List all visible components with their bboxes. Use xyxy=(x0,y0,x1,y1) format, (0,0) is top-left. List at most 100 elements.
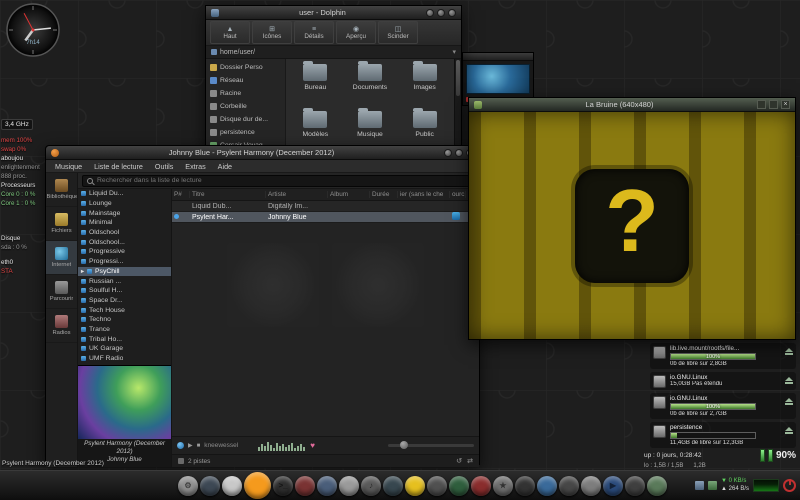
stop-icon[interactable]: ■ xyxy=(197,443,201,449)
channel-item[interactable]: ▸ Progressi... xyxy=(78,257,171,267)
launcher-icon[interactable] xyxy=(405,475,425,496)
volume-tray-icon[interactable] xyxy=(708,481,718,490)
launcher-icon[interactable]: >_ xyxy=(273,475,293,496)
minimize-button[interactable] xyxy=(426,8,434,17)
launcher-icon[interactable] xyxy=(559,475,579,496)
sidebar-tab[interactable]: Parcourir xyxy=(46,275,77,309)
toolbar-button[interactable]: ◫ Scinder xyxy=(378,21,418,44)
sidebar-tab[interactable]: Internet xyxy=(46,241,77,275)
column-header[interactable]: Titre xyxy=(190,191,266,198)
track-row[interactable]: Liquid Dub... Digitally Im... xyxy=(172,201,479,212)
scrollbar-thumb[interactable] xyxy=(456,60,460,96)
channel-item[interactable]: ▸ Oldschool... xyxy=(78,237,171,247)
channel-item[interactable]: ▸ Liquid Du... xyxy=(78,189,171,199)
toolbar-button[interactable]: ≡ Détails xyxy=(294,21,334,44)
disk-row[interactable]: lib.live.mount/rootfs/file... 100% 0b de… xyxy=(650,343,796,369)
menu-item[interactable]: Musique xyxy=(49,162,88,171)
places-item[interactable]: Réseau xyxy=(206,74,285,87)
column-header[interactable]: Artiste xyxy=(266,191,328,198)
sidebar-tab[interactable]: Radios xyxy=(46,309,77,343)
chevron-down-icon[interactable]: ▾ xyxy=(452,48,456,56)
search-input[interactable]: Rechercher dans la liste de lecture xyxy=(82,174,475,187)
play-icon[interactable]: ▶ xyxy=(188,442,193,449)
launcher-icon[interactable] xyxy=(200,475,220,496)
toolbar-button[interactable]: ⊞ Icônes xyxy=(252,21,292,44)
launcher-icon[interactable] xyxy=(647,475,667,496)
minimize-button[interactable] xyxy=(444,148,452,157)
repeat-icon[interactable]: ↺ xyxy=(456,457,462,465)
maximize-button[interactable] xyxy=(769,100,778,109)
launcher-icon[interactable] xyxy=(581,475,601,496)
channel-item[interactable]: ▸ Techno xyxy=(78,315,171,325)
column-header[interactable]: P# xyxy=(172,191,190,198)
dolphin-titlebar[interactable]: user - Dolphin xyxy=(206,6,461,20)
maximize-button[interactable] xyxy=(437,8,445,17)
places-item[interactable]: Corbeille xyxy=(206,100,285,113)
column-header[interactable]: ourc xyxy=(450,191,466,198)
places-item[interactable]: Racine xyxy=(206,87,285,100)
channel-item[interactable]: ▸ PsyChill xyxy=(78,266,171,277)
disk-row[interactable]: persistence 11,4GB de libre sur 12,3GB xyxy=(650,422,796,448)
seek-slider[interactable] xyxy=(388,441,474,449)
column-header[interactable]: ier (sans le che xyxy=(398,191,450,198)
channel-item[interactable]: ▸ Oldschool xyxy=(78,228,171,238)
player-titlebar[interactable]: Johnny Blue - Psylent Harmony (December … xyxy=(46,146,479,160)
album-art[interactable] xyxy=(78,365,171,439)
channel-item[interactable]: ▸ Soulful H... xyxy=(78,286,171,296)
launcher-icon[interactable]: ▶ xyxy=(603,475,623,496)
disk-row[interactable]: io.GNU.Linux 15,0GB Pas étendu xyxy=(650,372,796,390)
channel-item[interactable]: ▸ Progressive xyxy=(78,247,171,257)
toolbar-button[interactable]: ▲ Haut xyxy=(210,21,250,44)
channel-item[interactable]: ▸ Tech House xyxy=(78,305,171,315)
shuffle-icon[interactable]: ⇄ xyxy=(467,457,473,465)
launcher-icon[interactable] xyxy=(222,475,242,496)
close-button[interactable]: × xyxy=(781,100,790,109)
clipboard-tray-icon[interactable] xyxy=(695,481,705,490)
sidebar-tab[interactable]: Fichiers xyxy=(46,207,77,241)
sidebar-tab[interactable]: Bibliothèque xyxy=(46,173,77,207)
launcher-icon[interactable] xyxy=(339,475,359,496)
love-icon[interactable]: ♥ xyxy=(310,441,315,450)
launcher-icon[interactable]: ★ xyxy=(493,475,513,496)
column-header[interactable]: Durée xyxy=(370,191,398,198)
clock-widget[interactable]: 7h14 xyxy=(6,3,60,57)
eject-icon[interactable] xyxy=(785,377,793,384)
channel-item[interactable]: ▸ Space Dr... xyxy=(78,296,171,306)
launcher-icon[interactable] xyxy=(317,475,337,496)
channel-item[interactable]: ▸ Russian ... xyxy=(78,276,171,286)
folder-item[interactable]: Images xyxy=(397,61,452,111)
launcher-icon[interactable] xyxy=(383,475,403,496)
channel-item[interactable]: ▸ Tribal Ho... xyxy=(78,334,171,344)
eject-icon[interactable] xyxy=(785,427,793,434)
launcher-icon[interactable] xyxy=(244,472,271,499)
minimize-button[interactable] xyxy=(757,100,766,109)
menu-item[interactable]: Extras xyxy=(179,162,211,171)
launcher-icon[interactable] xyxy=(471,475,491,496)
launcher-icon[interactable]: ⚙ xyxy=(178,475,198,496)
eject-icon[interactable] xyxy=(785,348,793,355)
power-button[interactable] xyxy=(783,479,796,492)
slider-handle[interactable] xyxy=(400,441,409,449)
column-header[interactable]: Album xyxy=(328,191,370,198)
dolphin-location-bar[interactable]: home/user/ ▾ xyxy=(206,46,461,59)
launcher-icon[interactable] xyxy=(625,475,645,496)
launcher-icon[interactable] xyxy=(449,475,469,496)
close-button[interactable] xyxy=(448,8,456,17)
maximize-button[interactable] xyxy=(455,148,463,157)
menu-item[interactable]: Aide xyxy=(212,162,238,171)
record-icon[interactable] xyxy=(177,442,184,449)
places-item[interactable]: persistence xyxy=(206,126,285,139)
channel-item[interactable]: ▸ Trance xyxy=(78,325,171,335)
folder-item[interactable]: Documents xyxy=(343,61,398,111)
track-row[interactable]: Psylent Har... Johnny Blue xyxy=(172,212,479,223)
launcher-icon[interactable] xyxy=(537,475,557,496)
launcher-icon[interactable] xyxy=(515,475,535,496)
channel-item[interactable]: ▸ Minimal xyxy=(78,218,171,228)
places-item[interactable]: Dossier Perso xyxy=(206,61,285,74)
launcher-icon[interactable] xyxy=(295,475,315,496)
taskbar-window-title[interactable]: Psylent Harmony (December 2012) xyxy=(2,460,104,467)
eject-icon[interactable] xyxy=(785,398,793,405)
channel-item[interactable]: ▸ UK Garage xyxy=(78,344,171,354)
launcher-icon[interactable] xyxy=(427,475,447,496)
channel-item[interactable]: ▸ Lounge xyxy=(78,199,171,209)
